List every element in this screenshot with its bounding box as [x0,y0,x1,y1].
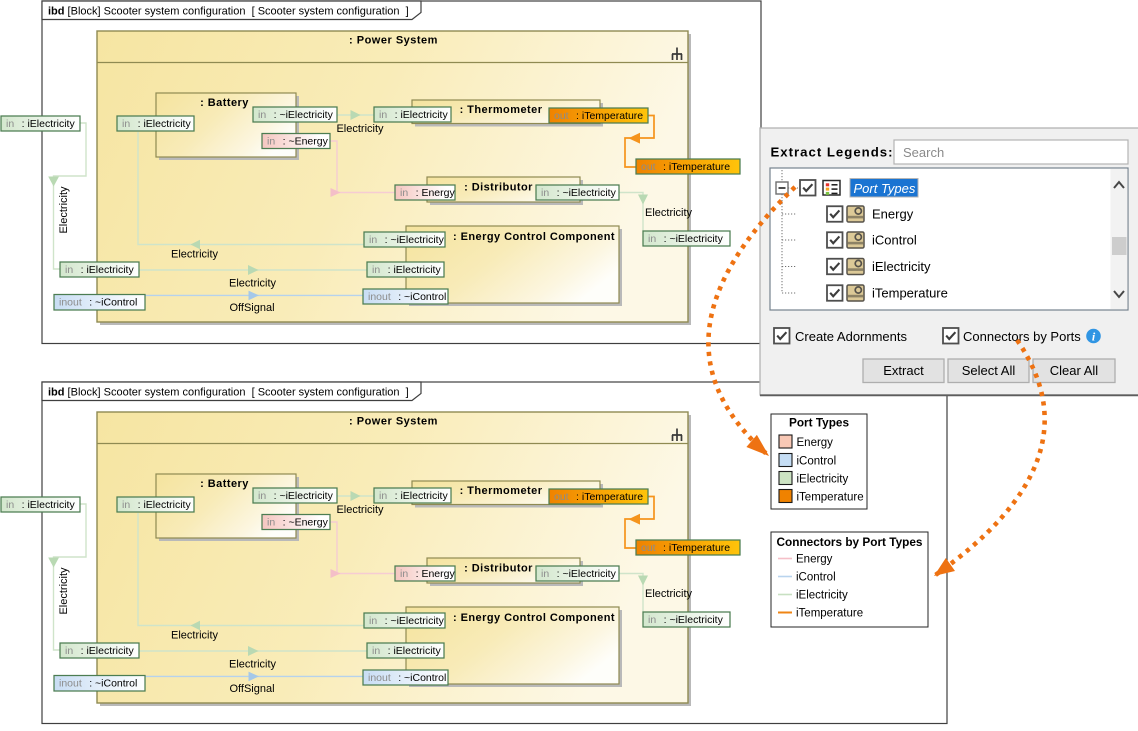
svg-text:iControl: iControl [872,233,917,248]
svg-text:OffSignal: OffSignal [230,302,275,314]
svg-text:iTemperature: iTemperature [796,608,863,620]
svg-text:iElectricity: iElectricity [797,474,849,486]
svg-text:out : iTemperature: out : iTemperature [554,110,643,122]
svg-text:iControl: iControl [797,456,837,468]
svg-text:iElectricity: iElectricity [872,259,931,274]
svg-text:: Thermometer: : Thermometer [460,104,543,116]
svg-text:inout : ~iControl: inout : ~iControl [59,297,137,309]
svg-text:: Energy Control Component: : Energy Control Component [453,231,615,243]
svg-text:ibd [Block] Scooter system con: ibd [Block] Scooter system configuration… [48,387,409,399]
svg-text:Electricity: Electricity [229,278,277,290]
svg-text:Electricity: Electricity [171,249,219,261]
svg-text:Port Types: Port Types [789,416,850,430]
svg-text:Port Types: Port Types [854,181,916,196]
svg-text:iTemperature: iTemperature [797,492,864,504]
svg-text:Search: Search [903,145,944,160]
svg-text:Electricity: Electricity [645,207,693,219]
svg-text:Connectors by Port Types: Connectors by Port Types [777,535,923,549]
svg-text:: Distributor: : Distributor [464,182,533,194]
svg-text:Energy: Energy [796,554,833,566]
svg-text:iElectricity: iElectricity [796,590,848,602]
svg-text:Create Adornments: Create Adornments [795,329,908,344]
svg-text:Connectors by Ports: Connectors by Ports [963,329,1081,344]
svg-text:Energy: Energy [797,437,834,449]
svg-text:Electricity: Electricity [58,186,70,234]
svg-text:Extract: Extract [883,363,924,378]
svg-text:: Power System: : Power System [349,35,438,47]
svg-text:inout : ~iControl: inout : ~iControl [368,291,446,303]
svg-text:Select All: Select All [962,363,1016,378]
svg-text:Energy: Energy [872,207,914,222]
svg-text:ibd [Block] Scooter system con: ibd [Block] Scooter system configuration… [48,6,409,18]
svg-text:: Battery: : Battery [200,97,249,109]
svg-text:iTemperature: iTemperature [872,286,948,301]
svg-text:Clear All: Clear All [1050,363,1099,378]
svg-text:out : iTemperature: out : iTemperature [641,161,730,173]
svg-text:Electricity: Electricity [336,123,384,135]
svg-text:Extract Legends:: Extract Legends: [771,145,894,160]
svg-text:iControl: iControl [796,572,836,584]
